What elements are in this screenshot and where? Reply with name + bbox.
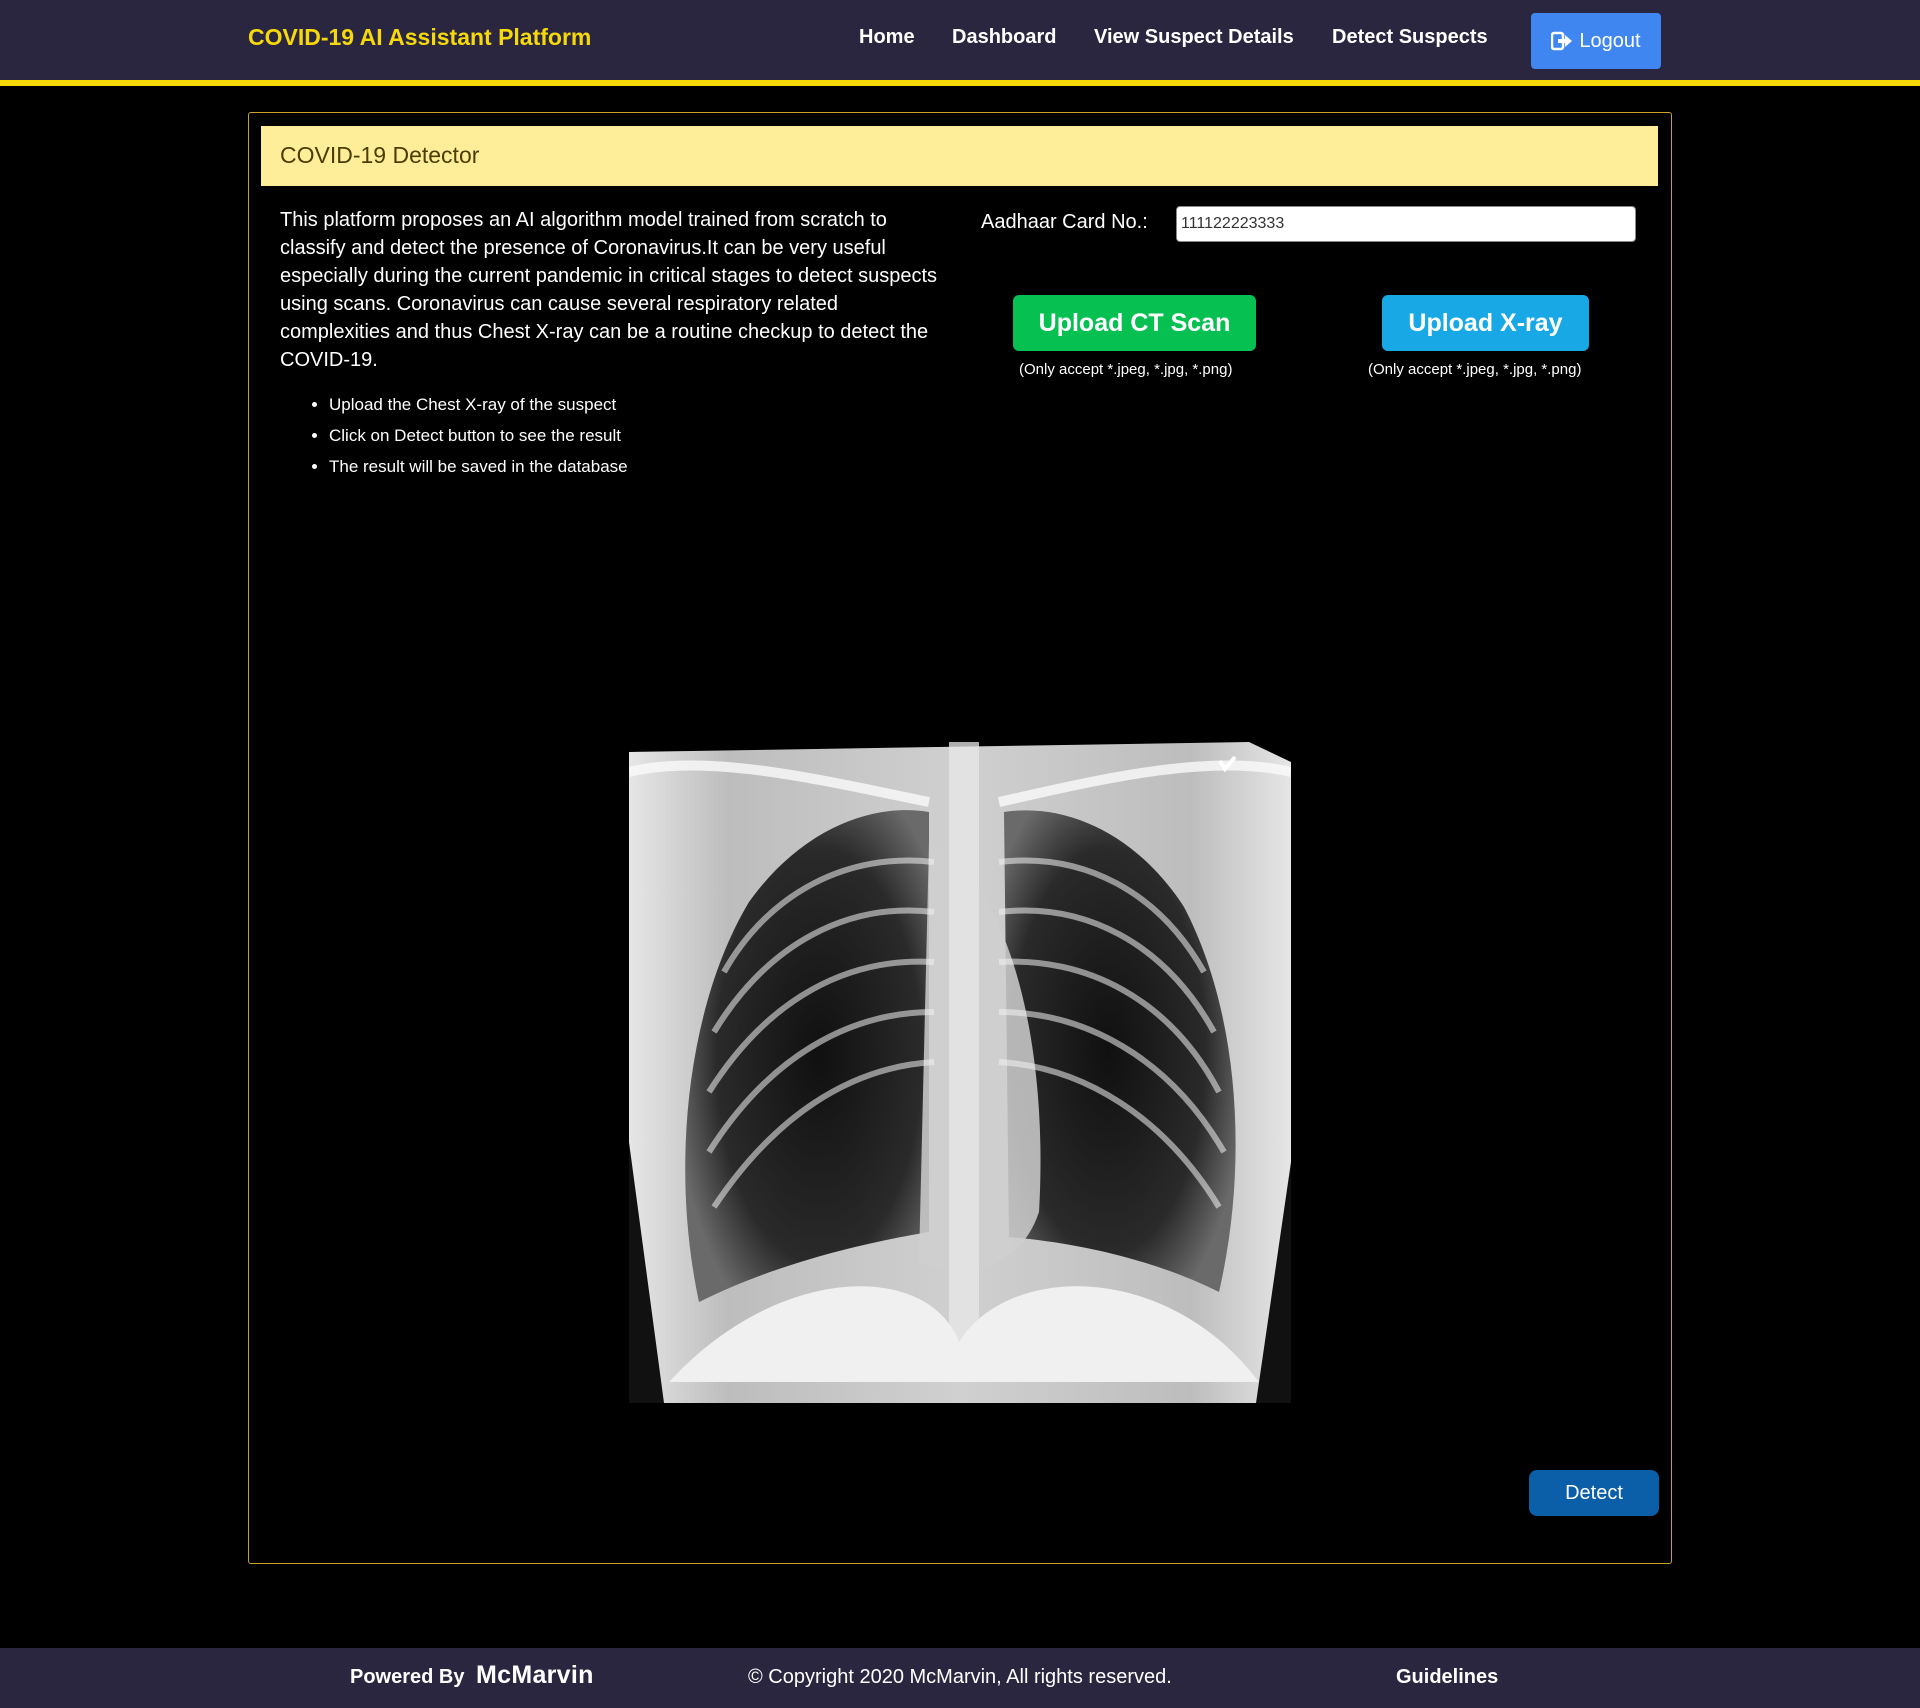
- detect-button[interactable]: Detect: [1529, 1470, 1659, 1516]
- mcmarvin-logo[interactable]: McMarvin: [476, 1661, 594, 1690]
- list-item: Upload the Chest X-ray of the suspect: [329, 389, 628, 420]
- aadhaar-label: Aadhaar Card No.:: [981, 211, 1148, 233]
- upload-xray-button[interactable]: Upload X-ray: [1382, 295, 1589, 351]
- logout-button[interactable]: Logout: [1531, 13, 1661, 69]
- ct-file-type-hint: (Only accept *.jpeg, *.jpg, *.png): [1019, 361, 1233, 378]
- nav-detect-suspects[interactable]: Detect Suspects: [1332, 26, 1488, 49]
- top-navbar: COVID-19 AI Assistant Platform Home Dash…: [0, 0, 1920, 86]
- xray-file-type-hint: (Only accept *.jpeg, *.jpg, *.png): [1368, 361, 1582, 378]
- logout-label: Logout: [1579, 29, 1641, 52]
- card-title: COVID-19 Detector: [280, 142, 480, 168]
- nav-home[interactable]: Home: [859, 26, 915, 49]
- sign-out-icon: [1551, 31, 1573, 51]
- guidelines-link[interactable]: Guidelines: [1396, 1666, 1498, 1689]
- nav-view-suspect-details[interactable]: View Suspect Details: [1094, 26, 1294, 49]
- powered-by-label: Powered By: [350, 1666, 465, 1688]
- nav-dashboard[interactable]: Dashboard: [952, 26, 1056, 49]
- list-item: The result will be saved in the database: [329, 451, 628, 482]
- platform-description: This platform proposes an AI algorithm m…: [280, 209, 938, 371]
- instruction-list: Upload the Chest X-ray of the suspect Cl…: [311, 389, 628, 482]
- aadhaar-input[interactable]: [1176, 206, 1636, 242]
- list-item: Click on Detect button to see the result: [329, 420, 628, 451]
- upload-ct-scan-button[interactable]: Upload CT Scan: [1013, 295, 1256, 351]
- chest-xray-image: [629, 742, 1291, 1403]
- detector-card: COVID-19 Detector This platform proposes…: [248, 112, 1672, 1564]
- card-header: COVID-19 Detector: [261, 126, 1658, 186]
- copyright-text: © Copyright 2020 McMarvin, All rights re…: [748, 1666, 1172, 1688]
- footer: Powered By McMarvin © Copyright 2020 McM…: [0, 1648, 1920, 1708]
- brand-title[interactable]: COVID-19 AI Assistant Platform: [248, 24, 591, 51]
